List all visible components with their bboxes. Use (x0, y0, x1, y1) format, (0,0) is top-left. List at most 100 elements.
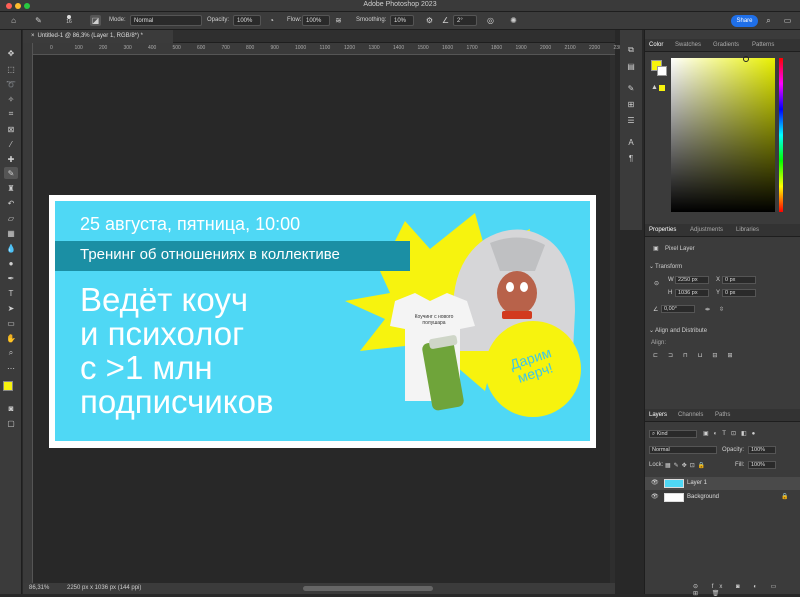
document-canvas[interactable]: 25 августа, пятница, 10:00 Тренинг об от… (49, 195, 596, 448)
symmetry-icon[interactable]: ✺ (508, 15, 519, 26)
rectangle-tool-icon[interactable]: ▭ (4, 317, 18, 329)
visibility-eye-icon[interactable]: 👁 (651, 493, 659, 500)
tab-layers[interactable]: Layers (649, 412, 667, 418)
dodge-tool-icon[interactable]: ● (4, 257, 18, 269)
background-color-chip[interactable] (657, 66, 667, 76)
vertical-scrollbar[interactable] (610, 55, 615, 583)
color-picker-cursor[interactable] (743, 56, 749, 62)
layer-filter-kind-select[interactable]: ⌕ Kind (649, 430, 697, 438)
tab-patterns[interactable]: Patterns (752, 42, 774, 48)
eyedropper-tool-icon[interactable]: ⁄ (4, 138, 18, 150)
hand-tool-icon[interactable]: ✋ (4, 332, 18, 344)
paragraph-panel-icon[interactable]: ¶ (624, 152, 638, 164)
comments-panel-icon[interactable]: ▤ (624, 60, 638, 72)
crop-tool-icon[interactable]: ⌗ (4, 108, 18, 120)
layer-filter-icons[interactable]: ▣◐T⊡◧● (703, 430, 760, 437)
tab-gradients[interactable]: Gradients (713, 42, 739, 48)
flow-input[interactable]: 100% (302, 15, 330, 26)
smoothing-input[interactable]: 10% (390, 15, 414, 26)
properties-panel-icon[interactable]: ☰ (624, 114, 638, 126)
lasso-tool-icon[interactable]: ➰ (4, 78, 18, 90)
web-safe-color-chip[interactable] (659, 85, 665, 91)
y-input[interactable]: 0 px (722, 289, 756, 297)
blend-mode-select[interactable]: Normal (649, 446, 717, 454)
close-icon[interactable]: × (31, 33, 35, 39)
move-tool-icon[interactable]: ✥ (4, 47, 18, 59)
x-input[interactable]: 0 px (722, 276, 756, 284)
eraser-tool-icon[interactable]: ▱ (4, 212, 18, 224)
blur-tool-icon[interactable]: 💧 (4, 242, 18, 254)
tab-adjustments[interactable]: Adjustments (690, 227, 723, 233)
pressure-size-icon[interactable]: ◎ (485, 15, 496, 26)
hue-slider[interactable] (779, 58, 783, 212)
document-size-info[interactable]: 2250 px x 1036 px (144 ppi) (67, 585, 141, 591)
gear-icon[interactable]: ⚙ (424, 15, 435, 26)
history-brush-tool-icon[interactable]: ↶ (4, 197, 18, 209)
home-icon[interactable]: ⌂ (8, 15, 19, 26)
tab-swatches[interactable]: Swatches (675, 42, 701, 48)
fill-input[interactable]: 100% (748, 461, 776, 469)
align-buttons[interactable]: ⊏⊐⊓⊔⊟⊞ (653, 352, 742, 359)
chevron-down-icon[interactable]: ⌄ (649, 327, 654, 334)
y-label: Y (716, 290, 721, 296)
magic-wand-tool-icon[interactable]: ✧ (4, 93, 18, 105)
clone-stamp-tool-icon[interactable]: ♜ (4, 182, 18, 194)
width-input[interactable]: 2250 px (675, 276, 709, 284)
healing-brush-tool-icon[interactable]: ✚ (4, 153, 18, 165)
layer-row[interactable]: 👁 Background 🔒 (645, 491, 800, 504)
history-panel-icon[interactable]: ⧉ (624, 44, 638, 56)
more-tools-icon[interactable]: ⋯ (4, 362, 18, 374)
adjustments-panel-icon[interactable]: ⊞ (624, 98, 638, 110)
lock-icons[interactable]: ▦✎✥⊡🔒 (665, 462, 708, 469)
brush-settings-icon[interactable]: ◪ (90, 15, 101, 26)
tab-color[interactable]: Color (649, 42, 663, 48)
gamut-warning-icon[interactable]: ▲ (651, 84, 658, 91)
zoom-level[interactable]: 86,31% (29, 585, 49, 591)
link-icon[interactable]: ⊝ (654, 280, 659, 287)
brush-angle-input[interactable]: 2° (453, 15, 477, 26)
layer-row[interactable]: 👁 Layer 1 (645, 477, 800, 490)
align-section-title[interactable]: Align and Distribute (655, 328, 707, 334)
screen-mode-icon[interactable]: ▢ (4, 417, 18, 429)
horizontal-scrollbar-thumb[interactable] (303, 586, 433, 591)
character-panel-icon[interactable]: A (624, 136, 638, 148)
layer-opacity-input[interactable]: 100% (748, 446, 776, 454)
type-tool-icon[interactable]: T (4, 287, 18, 299)
gradient-tool-icon[interactable]: ▦ (4, 227, 18, 239)
brush-preset-picker[interactable]: 16 (64, 14, 74, 28)
zoom-tool-icon[interactable]: ⌕ (4, 347, 18, 359)
tab-properties[interactable]: Properties (649, 227, 676, 233)
foreground-color-swatch[interactable] (3, 381, 13, 391)
pressure-opacity-icon[interactable]: ◔ (266, 15, 277, 26)
flip-vertical-icon[interactable]: ⇳ (719, 306, 724, 313)
brush-tool-icon[interactable]: ✎ (4, 167, 18, 179)
opacity-label: Opacity: (207, 17, 230, 23)
layer-name[interactable]: Layer 1 (687, 480, 707, 486)
document-tab[interactable]: × Untitled-1 @ 86,3% (Layer 1, RGB/8*) * (23, 30, 173, 43)
angle-input[interactable]: 0,00° (661, 305, 695, 313)
quick-mask-icon[interactable]: ◙ (4, 402, 18, 414)
tab-paths[interactable]: Paths (715, 412, 730, 418)
chevron-down-icon[interactable]: ⌄ (649, 263, 654, 270)
color-picker-field[interactable] (671, 56, 775, 212)
tab-channels[interactable]: Channels (678, 412, 703, 418)
brush-panel-icon[interactable]: ✎ (624, 82, 638, 94)
layer-name[interactable]: Background (687, 494, 719, 500)
workspace-icon[interactable]: ▭ (782, 15, 793, 26)
visibility-eye-icon[interactable]: 👁 (651, 479, 659, 486)
mode-select[interactable]: Normal (130, 15, 202, 26)
height-input[interactable]: 1036 px (675, 289, 709, 297)
frame-tool-icon[interactable]: ⊠ (4, 123, 18, 135)
marquee-tool-icon[interactable]: ⬚ (4, 63, 18, 75)
share-button[interactable]: Share (731, 15, 758, 27)
opacity-input[interactable]: 100% (233, 15, 261, 26)
tab-libraries[interactable]: Libraries (736, 227, 759, 233)
transform-section-title[interactable]: Transform (655, 264, 682, 270)
layers-footer-icons[interactable]: ⊝ fx ◙ ◐ ▭ ⊞ 🗑 (693, 583, 800, 597)
brush-tool-icon[interactable]: ✎ (33, 15, 44, 26)
pen-tool-icon[interactable]: ✒ (4, 272, 18, 284)
search-icon[interactable]: ⌕ (763, 15, 774, 26)
path-selection-tool-icon[interactable]: ➤ (4, 302, 18, 314)
airbrush-icon[interactable]: ≋ (333, 15, 344, 26)
flip-horizontal-icon[interactable]: ⇹ (705, 306, 710, 313)
